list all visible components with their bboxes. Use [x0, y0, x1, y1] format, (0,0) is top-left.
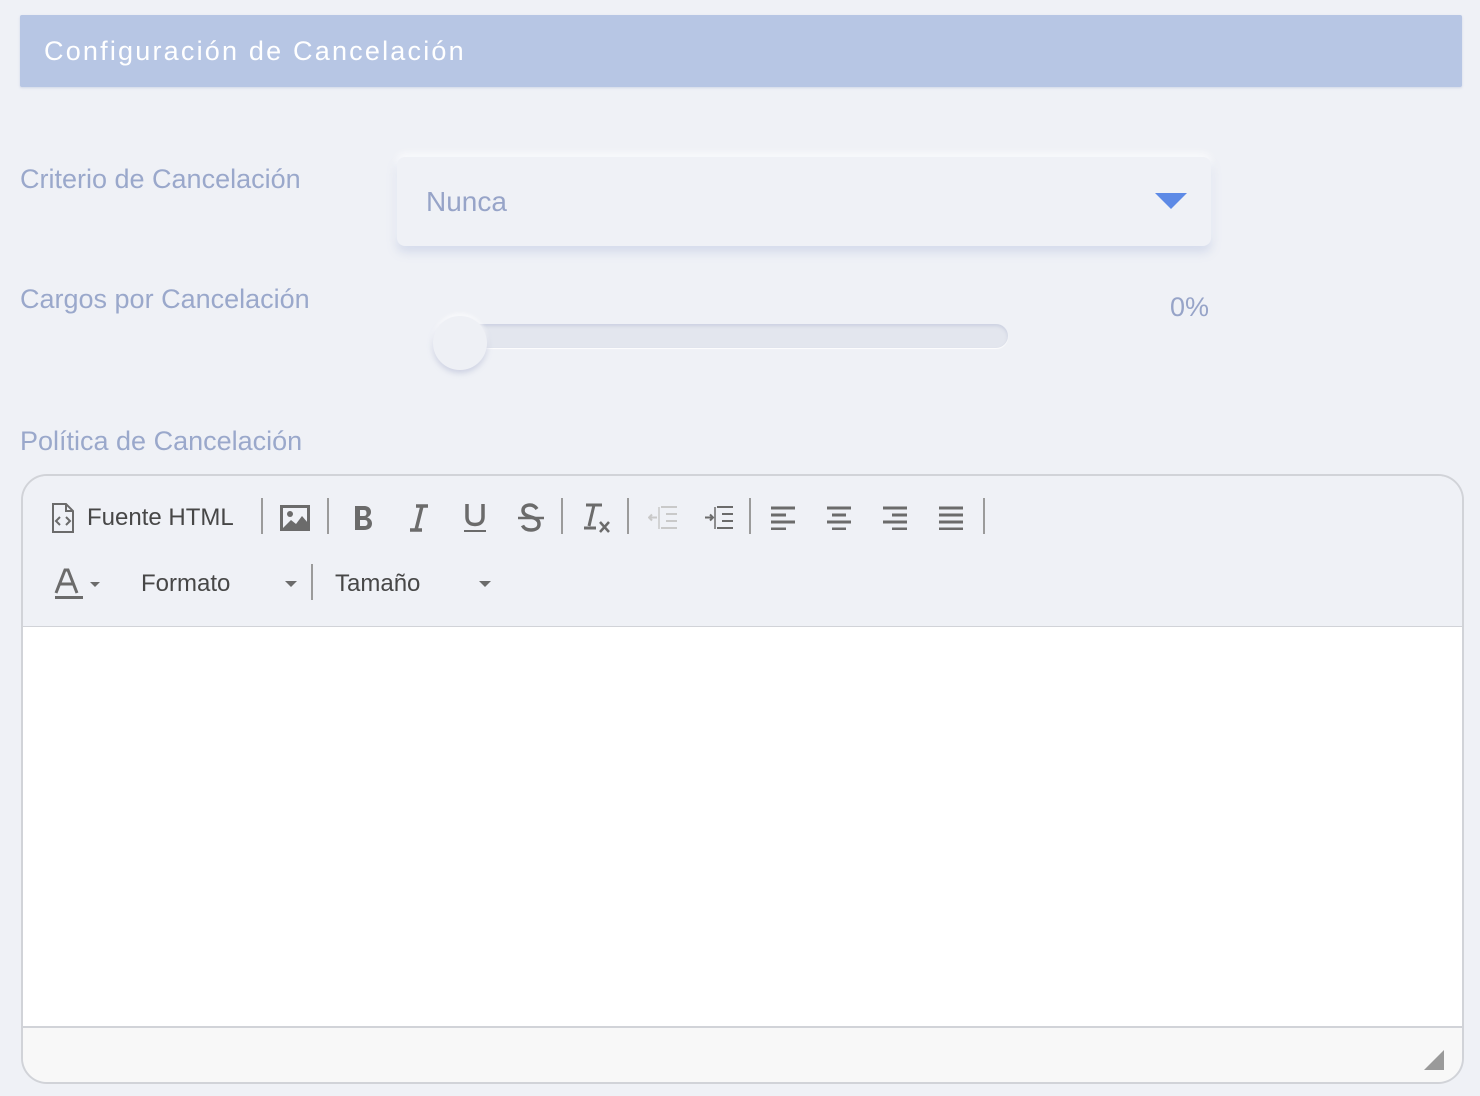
- toolbar-separator: [261, 498, 263, 534]
- rich-text-editor: Fuente HTML Formato Tamaño: [21, 474, 1464, 1084]
- remove-format-icon: [582, 502, 612, 534]
- cargos-slider-track[interactable]: [460, 324, 1008, 348]
- align-center-button[interactable]: [817, 496, 861, 540]
- align-left-icon: [770, 506, 796, 530]
- outdent-button[interactable]: [641, 496, 685, 540]
- format-label: Formato: [141, 570, 231, 597]
- image-icon: [280, 505, 310, 531]
- italic-button[interactable]: [397, 496, 441, 540]
- toolbar-separator: [311, 564, 313, 600]
- align-justify-button[interactable]: [929, 496, 973, 540]
- toolbar-separator: [983, 498, 985, 534]
- cargos-slider-thumb[interactable]: [433, 316, 487, 370]
- editor-content-area[interactable]: [23, 627, 1462, 1028]
- toolbar-separator: [627, 498, 629, 534]
- size-label: Tamaño: [335, 570, 421, 597]
- align-justify-icon: [938, 506, 964, 530]
- bold-button[interactable]: [341, 496, 385, 540]
- align-right-button[interactable]: [873, 496, 917, 540]
- underline-icon: [463, 503, 487, 533]
- underline-button[interactable]: [453, 496, 497, 540]
- source-button[interactable]: Fuente HTML: [51, 496, 234, 540]
- criterio-select[interactable]: Nunca: [397, 157, 1211, 246]
- indent-button[interactable]: [697, 496, 741, 540]
- cargos-value: 0%: [1170, 292, 1210, 322]
- indent-icon: [704, 505, 734, 531]
- align-right-icon: [882, 506, 908, 530]
- chevron-down-icon: [285, 581, 297, 587]
- toolbar-separator: [749, 498, 751, 534]
- source-icon: [51, 503, 75, 533]
- italic-icon: [409, 504, 429, 532]
- criterio-label: Criterio de Cancelación: [20, 164, 301, 194]
- format-dropdown[interactable]: Formato: [127, 562, 299, 606]
- text-color-icon: [54, 568, 84, 600]
- strikethrough-icon: [517, 503, 545, 533]
- editor-statusbar: [23, 1028, 1462, 1082]
- section-title: Configuración de Cancelación: [44, 36, 466, 66]
- section-header: Configuración de Cancelación: [20, 15, 1462, 87]
- outdent-icon: [648, 505, 678, 531]
- bold-icon: [352, 504, 374, 532]
- size-dropdown[interactable]: Tamaño: [323, 562, 493, 606]
- resize-handle-icon[interactable]: [1424, 1050, 1444, 1070]
- source-label: Fuente HTML: [87, 504, 234, 531]
- remove-format-button[interactable]: [575, 496, 619, 540]
- criterio-selected-value: Nunca: [426, 186, 507, 217]
- politica-label: Política de Cancelación: [20, 426, 303, 456]
- cargos-label: Cargos por Cancelación: [20, 284, 310, 314]
- text-color-button[interactable]: [49, 562, 105, 606]
- editor-toolbar: Fuente HTML Formato Tamaño: [23, 476, 1462, 628]
- image-button[interactable]: [275, 496, 315, 540]
- toolbar-separator: [561, 498, 563, 534]
- toolbar-separator: [327, 498, 329, 534]
- caret-down-icon: [1155, 193, 1187, 209]
- chevron-down-icon: [479, 581, 491, 587]
- align-left-button[interactable]: [761, 496, 805, 540]
- chevron-down-icon: [90, 581, 100, 587]
- align-center-icon: [826, 506, 852, 530]
- strikethrough-button[interactable]: [509, 496, 553, 540]
